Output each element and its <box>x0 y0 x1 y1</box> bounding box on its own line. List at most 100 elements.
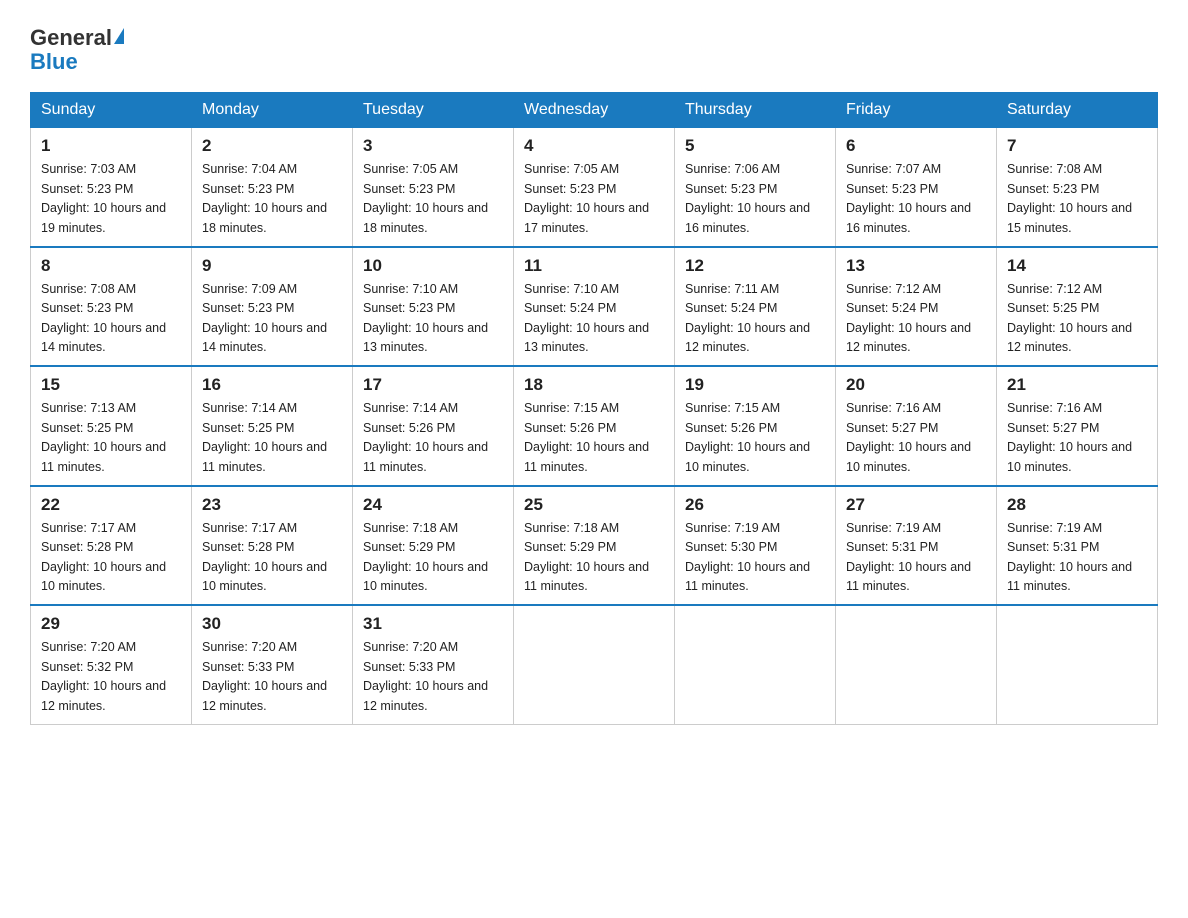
header-monday: Monday <box>192 93 353 128</box>
calendar-cell: 18 Sunrise: 7:15 AMSunset: 5:26 PMDayligh… <box>514 366 675 486</box>
day-number: 27 <box>846 495 986 515</box>
calendar-cell: 12 Sunrise: 7:11 AMSunset: 5:24 PMDayligh… <box>675 247 836 367</box>
calendar-cell: 24 Sunrise: 7:18 AMSunset: 5:29 PMDayligh… <box>353 486 514 606</box>
calendar-cell: 6 Sunrise: 7:07 AMSunset: 5:23 PMDaylight… <box>836 128 997 247</box>
calendar-cell <box>836 605 997 724</box>
calendar-cell: 29 Sunrise: 7:20 AMSunset: 5:32 PMDayligh… <box>31 605 192 724</box>
day-info: Sunrise: 7:10 AMSunset: 5:23 PMDaylight:… <box>363 280 503 358</box>
day-number: 14 <box>1007 256 1147 276</box>
day-number: 6 <box>846 136 986 156</box>
calendar-cell: 26Sunrise: 7:19 AMSunset: 5:30 PMDayligh… <box>675 486 836 606</box>
calendar-cell: 21Sunrise: 7:16 AMSunset: 5:27 PMDayligh… <box>997 366 1158 486</box>
day-number: 15 <box>41 375 181 395</box>
day-info: Sunrise: 7:05 AMSunset: 5:23 PMDaylight:… <box>524 160 664 238</box>
day-info: Sunrise: 7:11 AMSunset: 5:24 PMDaylight:… <box>685 280 825 358</box>
day-number: 13 <box>846 256 986 276</box>
day-info: Sunrise: 7:15 AMSunset: 5:26 PMDaylight:… <box>685 399 825 477</box>
day-info: Sunrise: 7:08 AMSunset: 5:23 PMDaylight:… <box>41 280 181 358</box>
calendar-cell: 23 Sunrise: 7:17 AMSunset: 5:28 PMDayligh… <box>192 486 353 606</box>
day-info: Sunrise: 7:04 AMSunset: 5:23 PMDaylight:… <box>202 160 342 238</box>
week-row-3: 15 Sunrise: 7:13 AMSunset: 5:25 PMDayligh… <box>31 366 1158 486</box>
day-number: 21 <box>1007 375 1147 395</box>
day-info: Sunrise: 7:10 AMSunset: 5:24 PMDaylight:… <box>524 280 664 358</box>
day-number: 7 <box>1007 136 1147 156</box>
calendar-cell: 19 Sunrise: 7:15 AMSunset: 5:26 PMDayligh… <box>675 366 836 486</box>
day-info: Sunrise: 7:15 AMSunset: 5:26 PMDaylight:… <box>524 399 664 477</box>
calendar-cell <box>675 605 836 724</box>
day-number: 10 <box>363 256 503 276</box>
day-info: Sunrise: 7:06 AMSunset: 5:23 PMDaylight:… <box>685 160 825 238</box>
day-number: 4 <box>524 136 664 156</box>
calendar-cell: 30 Sunrise: 7:20 AMSunset: 5:33 PMDayligh… <box>192 605 353 724</box>
day-info: Sunrise: 7:18 AMSunset: 5:29 PMDaylight:… <box>363 519 503 597</box>
day-info: Sunrise: 7:13 AMSunset: 5:25 PMDaylight:… <box>41 399 181 477</box>
day-number: 25 <box>524 495 664 515</box>
day-info: Sunrise: 7:20 AMSunset: 5:33 PMDaylight:… <box>363 638 503 716</box>
day-number: 20 <box>846 375 986 395</box>
day-info: Sunrise: 7:12 AMSunset: 5:24 PMDaylight:… <box>846 280 986 358</box>
calendar-header-row: SundayMondayTuesdayWednesdayThursdayFrid… <box>31 93 1158 128</box>
calendar-cell: 8 Sunrise: 7:08 AMSunset: 5:23 PMDaylight… <box>31 247 192 367</box>
logo-text-general: General <box>30 26 112 50</box>
day-number: 18 <box>524 375 664 395</box>
day-number: 2 <box>202 136 342 156</box>
calendar-cell: 5 Sunrise: 7:06 AMSunset: 5:23 PMDaylight… <box>675 128 836 247</box>
calendar-cell: 3Sunrise: 7:05 AMSunset: 5:23 PMDaylight… <box>353 128 514 247</box>
day-info: Sunrise: 7:08 AMSunset: 5:23 PMDaylight:… <box>1007 160 1147 238</box>
day-number: 5 <box>685 136 825 156</box>
day-info: Sunrise: 7:16 AMSunset: 5:27 PMDaylight:… <box>846 399 986 477</box>
day-info: Sunrise: 7:20 AMSunset: 5:32 PMDaylight:… <box>41 638 181 716</box>
header-tuesday: Tuesday <box>353 93 514 128</box>
page-header: General Blue <box>30 20 1158 74</box>
day-info: Sunrise: 7:17 AMSunset: 5:28 PMDaylight:… <box>202 519 342 597</box>
calendar-cell: 11 Sunrise: 7:10 AMSunset: 5:24 PMDayligh… <box>514 247 675 367</box>
week-row-2: 8 Sunrise: 7:08 AMSunset: 5:23 PMDaylight… <box>31 247 1158 367</box>
calendar-cell: 15 Sunrise: 7:13 AMSunset: 5:25 PMDayligh… <box>31 366 192 486</box>
day-number: 28 <box>1007 495 1147 515</box>
week-row-4: 22 Sunrise: 7:17 AMSunset: 5:28 PMDayligh… <box>31 486 1158 606</box>
logo-text-blue: Blue <box>30 50 78 74</box>
calendar-cell: 10 Sunrise: 7:10 AMSunset: 5:23 PMDayligh… <box>353 247 514 367</box>
day-info: Sunrise: 7:19 AMSunset: 5:31 PMDaylight:… <box>846 519 986 597</box>
calendar-cell: 20 Sunrise: 7:16 AMSunset: 5:27 PMDayligh… <box>836 366 997 486</box>
calendar-cell: 14 Sunrise: 7:12 AMSunset: 5:25 PMDayligh… <box>997 247 1158 367</box>
day-info: Sunrise: 7:18 AMSunset: 5:29 PMDaylight:… <box>524 519 664 597</box>
day-info: Sunrise: 7:19 AMSunset: 5:31 PMDaylight:… <box>1007 519 1147 597</box>
header-thursday: Thursday <box>675 93 836 128</box>
day-info: Sunrise: 7:12 AMSunset: 5:25 PMDaylight:… <box>1007 280 1147 358</box>
header-sunday: Sunday <box>31 93 192 128</box>
calendar-cell: 7 Sunrise: 7:08 AMSunset: 5:23 PMDaylight… <box>997 128 1158 247</box>
day-number: 11 <box>524 256 664 276</box>
day-info: Sunrise: 7:03 AMSunset: 5:23 PMDaylight:… <box>41 160 181 238</box>
day-number: 22 <box>41 495 181 515</box>
day-number: 30 <box>202 614 342 634</box>
day-number: 3 <box>363 136 503 156</box>
day-number: 24 <box>363 495 503 515</box>
day-number: 16 <box>202 375 342 395</box>
day-number: 1 <box>41 136 181 156</box>
calendar-cell: 16 Sunrise: 7:14 AMSunset: 5:25 PMDayligh… <box>192 366 353 486</box>
day-number: 19 <box>685 375 825 395</box>
day-info: Sunrise: 7:07 AMSunset: 5:23 PMDaylight:… <box>846 160 986 238</box>
day-number: 26 <box>685 495 825 515</box>
week-row-5: 29 Sunrise: 7:20 AMSunset: 5:32 PMDayligh… <box>31 605 1158 724</box>
calendar-cell: 27 Sunrise: 7:19 AMSunset: 5:31 PMDayligh… <box>836 486 997 606</box>
day-number: 29 <box>41 614 181 634</box>
calendar-cell: 2 Sunrise: 7:04 AMSunset: 5:23 PMDaylight… <box>192 128 353 247</box>
calendar-cell: 1 Sunrise: 7:03 AMSunset: 5:23 PMDaylight… <box>31 128 192 247</box>
day-info: Sunrise: 7:14 AMSunset: 5:25 PMDaylight:… <box>202 399 342 477</box>
day-number: 17 <box>363 375 503 395</box>
day-number: 8 <box>41 256 181 276</box>
day-number: 12 <box>685 256 825 276</box>
header-friday: Friday <box>836 93 997 128</box>
calendar-cell: 31Sunrise: 7:20 AMSunset: 5:33 PMDayligh… <box>353 605 514 724</box>
header-saturday: Saturday <box>997 93 1158 128</box>
calendar-cell: 13 Sunrise: 7:12 AMSunset: 5:24 PMDayligh… <box>836 247 997 367</box>
calendar-cell: 9Sunrise: 7:09 AMSunset: 5:23 PMDaylight… <box>192 247 353 367</box>
day-info: Sunrise: 7:20 AMSunset: 5:33 PMDaylight:… <box>202 638 342 716</box>
day-number: 23 <box>202 495 342 515</box>
calendar-cell <box>514 605 675 724</box>
calendar-table: SundayMondayTuesdayWednesdayThursdayFrid… <box>30 92 1158 725</box>
day-info: Sunrise: 7:17 AMSunset: 5:28 PMDaylight:… <box>41 519 181 597</box>
calendar-cell: 22 Sunrise: 7:17 AMSunset: 5:28 PMDayligh… <box>31 486 192 606</box>
